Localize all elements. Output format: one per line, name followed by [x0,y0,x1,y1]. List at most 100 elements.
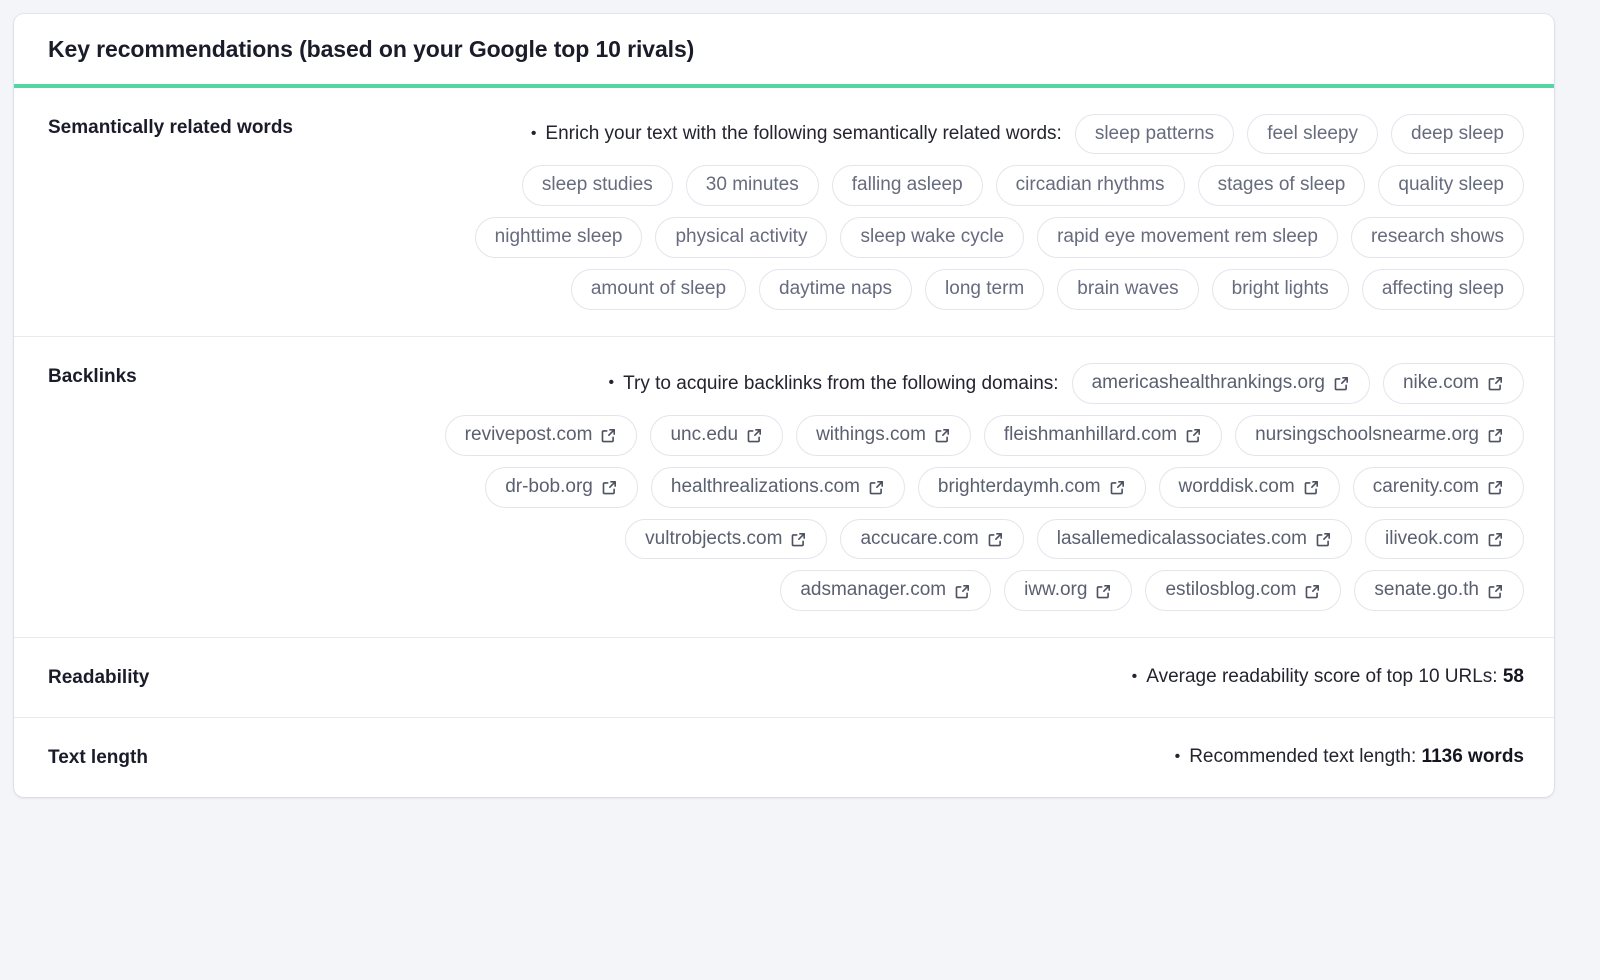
external-link-icon [601,479,618,496]
text-length-prefix: Recommended text length: [1189,745,1417,767]
chip-label: nursingschoolsnearme.org [1255,423,1479,445]
backlink-chip[interactable]: unc.edu [650,414,784,456]
text-length-line: Recommended text length: 1136 words [430,744,1524,770]
chip-label: brighterdaymh.com [937,475,1101,497]
semantic-chip[interactable]: bright lights [1211,269,1349,310]
external-link-icon [934,427,951,444]
external-link-icon [954,583,971,600]
external-link-icon [1487,479,1504,496]
chip-label: sleep studies [541,174,653,196]
external-link-icon [1333,375,1350,392]
backlink-chip[interactable]: revivepost.com [444,414,638,456]
semantic-chip[interactable]: nighttime sleep [474,217,643,259]
backlink-chip[interactable]: iww.org [1004,570,1133,612]
chip-label: stages of sleep [1217,174,1346,196]
backlink-chip[interactable]: healthrealizations.com [650,466,905,508]
chip-label: feel sleepy [1267,122,1359,144]
readability-prefix: Average readability score of top 10 URLs… [1146,666,1498,688]
semantic-chip[interactable]: physical activity [655,217,828,259]
chip-label: withings.com [816,423,926,445]
external-link-icon [746,427,763,444]
chip-label: vultrobjects.com [645,527,783,549]
semantic-chip[interactable]: quality sleep [1378,165,1524,207]
external-link-icon [1487,583,1504,600]
page-background: Key recommendations (based on your Googl… [0,0,1600,980]
chip-label: deep sleep [1411,122,1504,144]
backlink-chip[interactable]: nike.com [1382,362,1524,404]
semantic-chip[interactable]: research shows [1350,217,1524,259]
external-link-icon [790,531,807,548]
chip-label: amount of sleep [590,278,727,300]
backlinks-bullet-text: Try to acquire backlinks from the follow… [609,371,1058,397]
backlink-chip[interactable]: nursingschoolsnearme.org [1235,414,1524,456]
backlink-chip[interactable]: carenity.com [1352,466,1524,508]
backlink-chip[interactable]: lasallemedicalassociates.com [1036,518,1353,560]
semantic-chip[interactable]: falling asleep [831,165,983,207]
chip-label: unc.edu [670,423,739,445]
semantic-chip[interactable]: deep sleep [1391,113,1524,155]
semantic-chip[interactable]: long term [925,269,1045,310]
backlink-chip[interactable]: dr-bob.org [485,466,638,508]
row-readability: Readability Average readability score of… [14,638,1554,718]
backlink-chip[interactable]: withings.com [796,414,971,456]
readability-value: 58 [1502,666,1524,688]
chip-label: estilosblog.com [1165,579,1297,601]
backlink-chip[interactable]: iliveok.com [1365,518,1524,560]
semantic-chip[interactable]: sleep patterns [1074,113,1235,155]
backlink-chip[interactable]: worddisk.com [1158,466,1340,508]
external-link-icon [987,531,1004,548]
semantic-chip[interactable]: feel sleepy [1247,113,1379,155]
backlink-chip[interactable]: senate.go.th [1354,570,1524,612]
semantic-chip[interactable]: 30 minutes [685,165,819,207]
chip-label: healthrealizations.com [670,475,860,497]
chip-label: dr-bob.org [505,475,593,497]
backlink-chip[interactable]: vultrobjects.com [625,518,828,560]
external-link-icon [1185,427,1202,444]
card-header: Key recommendations (based on your Googl… [14,14,1554,88]
chip-label: sleep patterns [1094,122,1215,144]
chip-label: adsmanager.com [800,579,947,601]
row-body-readability: Average readability score of top 10 URLs… [430,664,1524,690]
backlink-chip[interactable]: adsmanager.com [780,570,992,612]
row-semantically-related-words: Semantically related words Enrich your t… [14,88,1554,337]
chip-label: bright lights [1231,278,1329,300]
chip-label: circadian rhythms [1015,174,1165,196]
row-label-readability: Readability [48,667,150,689]
chip-label: research shows [1370,226,1504,248]
external-link-icon [1487,427,1504,444]
chip-label: falling asleep [851,174,963,196]
backlink-chip[interactable]: estilosblog.com [1145,570,1342,612]
semantic-chip[interactable]: rapid eye movement rem sleep [1037,217,1338,259]
semantic-bullet-text: Enrich your text with the following sema… [531,121,1061,147]
semantic-chip[interactable]: affecting sleep [1361,269,1524,310]
semantic-chip[interactable]: daytime naps [759,269,913,310]
semantic-chip[interactable]: sleep wake cycle [840,217,1025,259]
chip-label: lasallemedicalassociates.com [1056,527,1308,549]
chip-label: worddisk.com [1178,475,1295,497]
backlink-chip[interactable]: brighterdaymh.com [917,466,1146,508]
chip-label: carenity.com [1372,475,1479,497]
backlink-chip[interactable]: fleishmanhillard.com [983,414,1223,456]
chip-label: sleep wake cycle [860,226,1005,248]
external-link-icon [1487,375,1504,392]
row-body-semantic: Enrich your text with the following sema… [430,113,1524,310]
text-length-bullet-text: Recommended text length: 1136 words [1175,744,1524,770]
readability-bullet-text: Average readability score of top 10 URLs… [1132,664,1524,690]
page-title: Key recommendations (based on your Googl… [48,36,695,62]
backlink-chip[interactable]: accucare.com [840,518,1024,560]
chip-label: americashealthrankings.org [1091,371,1325,393]
chip-label: senate.go.th [1374,579,1479,601]
row-label-backlinks: Backlinks [48,365,137,387]
semantic-chip[interactable]: sleep studies [521,165,673,207]
semantic-chip[interactable]: amount of sleep [570,269,747,310]
chip-label: long term [945,278,1025,300]
backlink-chip[interactable]: americashealthrankings.org [1071,362,1370,404]
chip-label: brain waves [1077,278,1179,300]
semantic-chip[interactable]: brain waves [1057,269,1199,310]
semantic-chip[interactable]: stages of sleep [1197,165,1366,207]
chip-label: accucare.com [860,527,979,549]
readability-line: Average readability score of top 10 URLs… [430,664,1524,690]
external-link-icon [868,479,885,496]
semantic-chip[interactable]: circadian rhythms [995,165,1185,207]
key-recommendations-card: Key recommendations (based on your Googl… [14,14,1554,797]
